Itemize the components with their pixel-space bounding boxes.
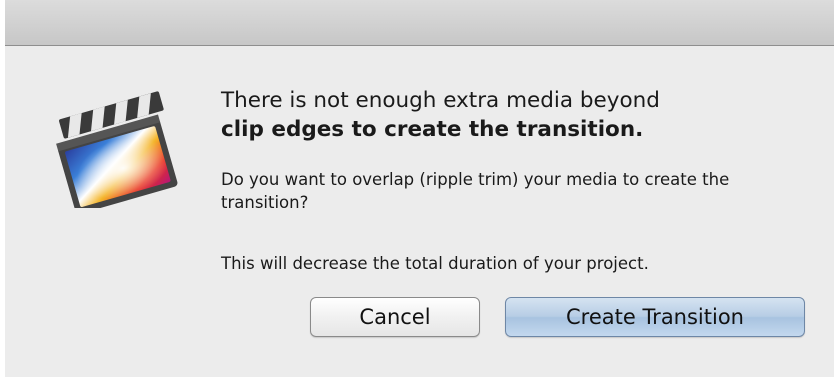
heading-line-2: clip edges to create the transition. <box>221 117 644 142</box>
alert-dialog: There is not enough extra media beyond c… <box>5 0 834 377</box>
alert-heading: There is not enough extra media beyond c… <box>221 86 821 144</box>
dialog-titlebar[interactable] <box>5 0 834 46</box>
alert-question-text: Do you want to overlap (ripple trim) you… <box>221 170 730 212</box>
clapperboard-icon <box>56 91 178 208</box>
create-transition-button[interactable]: Create Transition <box>505 297 805 337</box>
alert-note-text: This will decrease the total duration of… <box>221 254 649 273</box>
heading-line-1: There is not enough extra media beyond <box>221 88 660 113</box>
cancel-button[interactable]: Cancel <box>310 297 480 337</box>
